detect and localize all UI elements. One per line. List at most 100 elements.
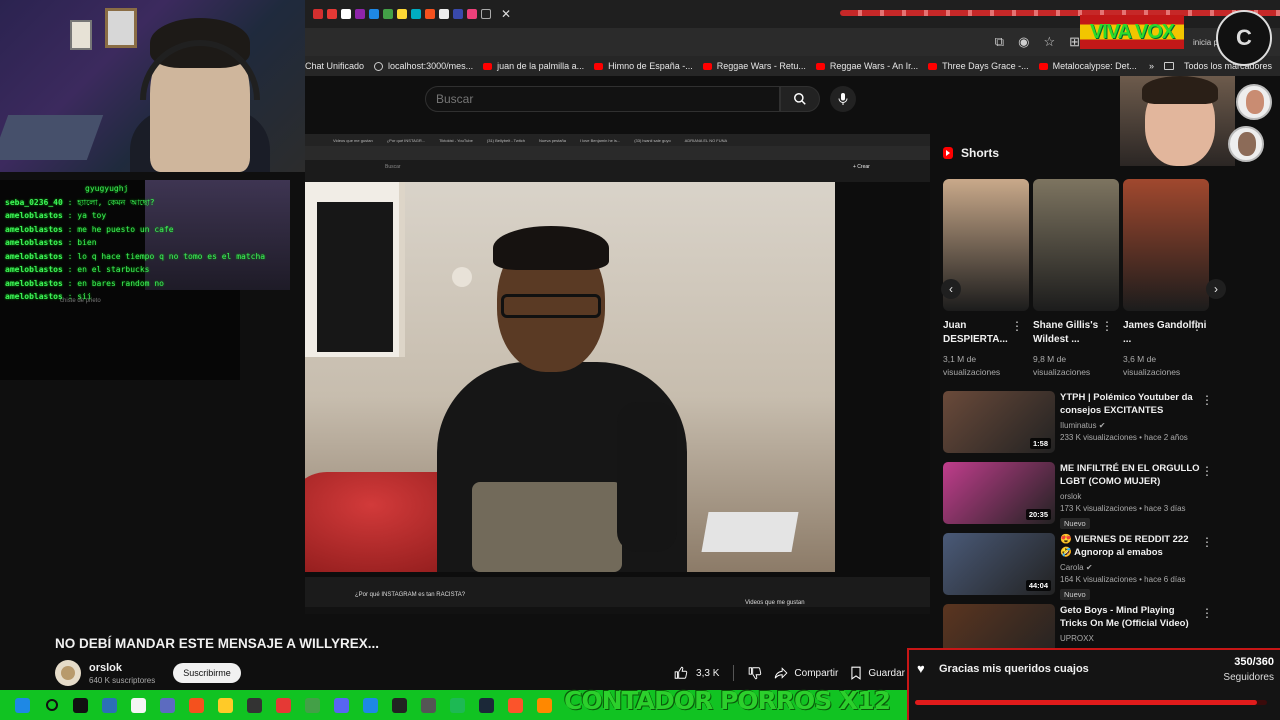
bookmark-item[interactable]: Three Days Grace -... <box>928 61 1039 71</box>
voice-search-button[interactable] <box>830 86 856 112</box>
tab-favicon[interactable] <box>481 9 491 19</box>
brave-icon[interactable] <box>153 690 182 720</box>
spotify-icon[interactable] <box>443 690 472 720</box>
video-channel-name[interactable]: Iluminatus <box>1060 421 1096 430</box>
recommended-video[interactable]: 44:04 😍 VIERNES DE REDDIT 222 🤣 Agnorop a… <box>943 533 1213 604</box>
short-thumbnail[interactable] <box>1123 179 1209 311</box>
eye-icon[interactable]: ◉ <box>1018 34 1029 50</box>
save-button[interactable]: Guardar <box>850 666 905 680</box>
video-channel-name[interactable]: orslok <box>1060 492 1081 501</box>
vortex-icon[interactable] <box>182 690 211 720</box>
tab-favicon[interactable] <box>355 9 365 19</box>
notes-icon[interactable] <box>124 690 153 720</box>
unity-icon[interactable] <box>414 690 443 720</box>
more-options-icon[interactable]: ⋮ <box>1201 464 1213 478</box>
bookmark-item[interactable]: Chat Unificado <box>305 61 374 71</box>
obs-icon[interactable] <box>240 690 269 720</box>
video-title[interactable]: Geto Boys - Mind Playing Tricks On Me (O… <box>1060 604 1200 630</box>
brave-alt-icon[interactable] <box>501 690 530 720</box>
video-channel[interactable]: Iluminatus ✔ <box>1060 421 1200 430</box>
short-card[interactable]: Juan DESPIERTA... 3,1 M de visualizacione… <box>943 179 1029 379</box>
short-thumbnail[interactable] <box>1033 179 1119 311</box>
video-thumbnail[interactable]: 20:35 <box>943 462 1055 524</box>
more-options-icon[interactable]: ⋮ <box>1201 393 1213 407</box>
more-options-icon[interactable]: ⋮ <box>1011 319 1023 333</box>
search-input[interactable] <box>425 86 780 112</box>
tab-favicon[interactable] <box>369 9 379 19</box>
all-bookmarks-link[interactable]: Todos los marcadores <box>1184 61 1272 71</box>
short-views: 3,1 M de visualizaciones <box>943 354 1001 377</box>
more-options-icon[interactable]: ⋮ <box>1191 319 1203 333</box>
tab-favicon[interactable] <box>341 9 351 19</box>
video-channel[interactable]: Carola ✔ <box>1060 563 1200 572</box>
folder-icon[interactable] <box>211 690 240 720</box>
chat-text: lo q hace tiempo q no tomo es el matcha <box>77 251 266 261</box>
like-button[interactable]: 3,3 K <box>674 665 762 681</box>
share-button[interactable]: Compartir <box>774 666 838 680</box>
thumbs-down-icon[interactable] <box>748 666 762 680</box>
chrome-icon[interactable] <box>269 690 298 720</box>
recommended-video[interactable]: 1:58 YTPH | Polémico Youtuber da consejos… <box>943 391 1213 462</box>
shorts-next-arrow[interactable]: › <box>1206 279 1226 299</box>
video-player[interactable]: Videos que me gustan ¿Por qué INSTAGR... T… <box>305 134 930 614</box>
tab-favicon[interactable] <box>397 9 407 19</box>
discord-icon[interactable] <box>327 690 356 720</box>
close-tab-icon[interactable]: ✕ <box>501 7 511 21</box>
inner-address-bar <box>305 146 930 160</box>
goal-progress-bar <box>915 700 1267 705</box>
more-options-icon[interactable]: ⋮ <box>1201 535 1213 549</box>
more-options-icon[interactable]: ⋮ <box>1101 319 1113 333</box>
tab-favicon[interactable] <box>383 9 393 19</box>
tab-strip-overflow[interactable] <box>840 10 1280 16</box>
bookmark-label: Himno de España -... <box>608 61 693 71</box>
bookmark-item[interactable]: Reggae Wars - An Ir... <box>815 61 928 71</box>
tab-favicon[interactable] <box>327 9 337 19</box>
recommended-video[interactable]: 20:35 ME INFILTRÉ EN EL ORGULLO LGBT (COM… <box>943 462 1213 533</box>
inner-video-title: ¿Por qué INSTAGRAM es tan RACISTA? <box>355 592 466 598</box>
short-card[interactable]: James Gandolfini ... 3,6 M de visualizaci… <box>1123 179 1209 379</box>
windows-logo-icon[interactable] <box>8 690 37 720</box>
video-scene <box>305 182 835 572</box>
tab-favicon[interactable] <box>467 9 477 19</box>
video-title[interactable]: 😍 VIERNES DE REDDIT 222 🤣 Agnorop al ema… <box>1060 533 1200 559</box>
video-title[interactable]: YTPH | Polémico Youtuber da consejos EXC… <box>1060 391 1200 417</box>
search-button[interactable] <box>780 86 820 112</box>
search-icon[interactable] <box>37 690 66 720</box>
shorts-prev-arrow[interactable]: ‹ <box>941 279 961 299</box>
more-bookmarks-button[interactable]: » <box>1149 61 1154 71</box>
tab-favicon[interactable] <box>439 9 449 19</box>
tab-favicon[interactable] <box>425 9 435 19</box>
tab-favicon[interactable] <box>313 9 323 19</box>
steam-icon[interactable] <box>472 690 501 720</box>
bookmark-item[interactable]: Reggae Wars - Retu... <box>702 61 816 71</box>
short-card[interactable]: Shane Gillis's Wildest ... 9,8 M de visua… <box>1033 179 1119 379</box>
bookmark-item[interactable]: localhost:3000/mes... <box>374 61 483 71</box>
more-options-icon[interactable]: ⋮ <box>1201 606 1213 620</box>
star-icon[interactable]: ☆ <box>1043 34 1055 50</box>
video-channel[interactable]: UPROXX <box>1060 634 1200 643</box>
video-thumbnail[interactable]: 1:58 <box>943 391 1055 453</box>
video-thumbnail[interactable]: 44:04 <box>943 533 1055 595</box>
vortex-app-icon[interactable] <box>298 690 327 720</box>
tab-favicon[interactable] <box>411 9 421 19</box>
subscribe-button[interactable]: Suscribirme <box>173 663 241 683</box>
channel-name[interactable]: orslok <box>89 662 155 674</box>
bookmark-item[interactable]: Himno de España -... <box>594 61 703 71</box>
video-channel-name[interactable]: Carola <box>1060 563 1084 572</box>
vlc-icon[interactable] <box>530 690 559 720</box>
tab-favicon[interactable] <box>453 9 463 19</box>
video-channel-name[interactable]: UPROXX <box>1060 634 1094 643</box>
inner-search-placeholder: Buscar <box>385 164 401 170</box>
extensions-icon[interactable]: ⊞ <box>1069 34 1080 50</box>
channel-avatar[interactable] <box>55 660 81 686</box>
bookmark-item[interactable]: juan de la palmilla a... <box>483 61 594 71</box>
capcut-icon[interactable] <box>66 690 95 720</box>
visual-studio-icon[interactable] <box>95 690 124 720</box>
vscode-icon[interactable] <box>356 690 385 720</box>
install-app-icon[interactable]: ⧉ <box>995 34 1004 50</box>
bookmark-item[interactable]: Metalocalypse: Det... <box>1038 61 1147 71</box>
inner-browser-chrome: Videos que me gustan ¿Por qué INSTAGR... T… <box>305 134 930 182</box>
epic-icon[interactable] <box>385 690 414 720</box>
video-channel[interactable]: orslok <box>1060 492 1200 501</box>
video-title[interactable]: ME INFILTRÉ EN EL ORGULLO LGBT (COMO MUJ… <box>1060 462 1200 488</box>
